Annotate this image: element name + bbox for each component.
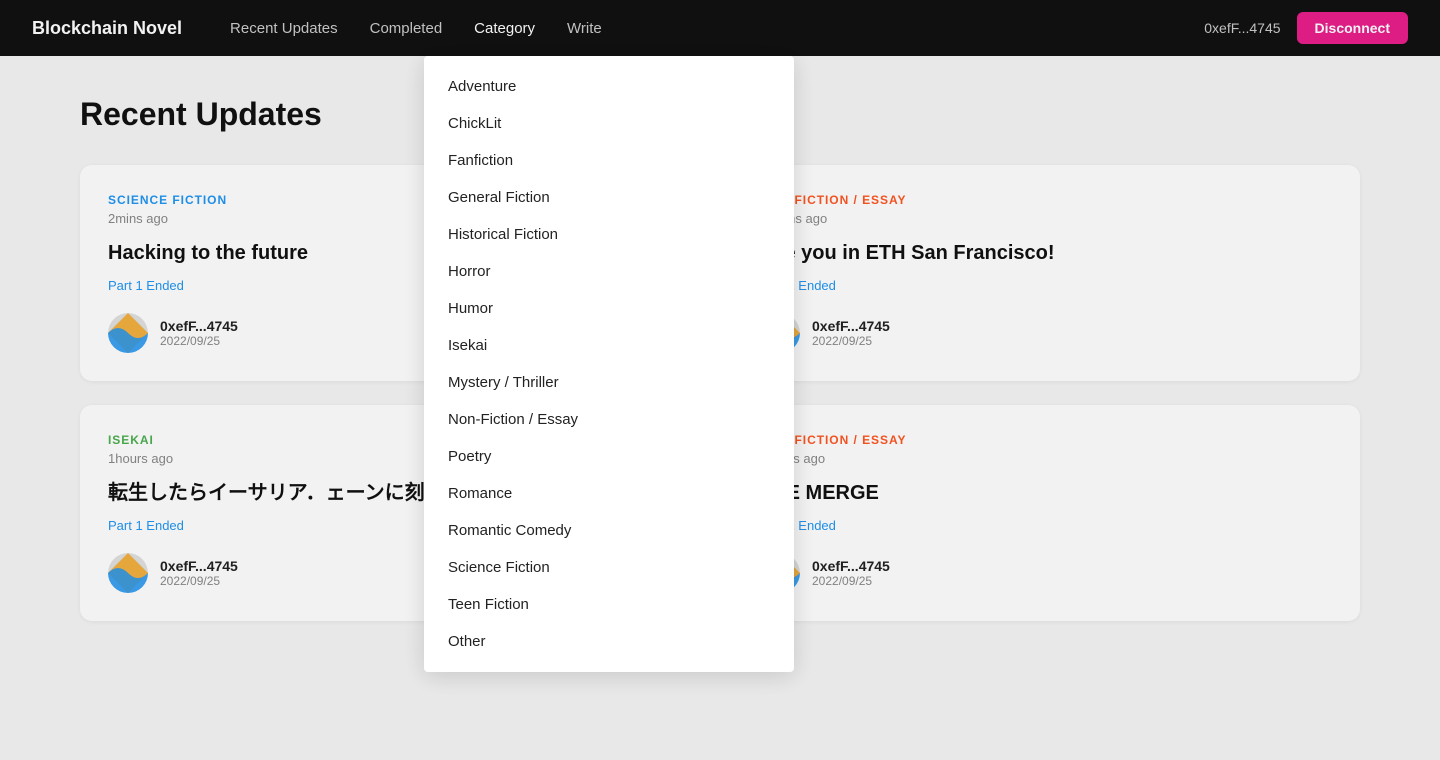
category-item[interactable]: General Fiction	[424, 179, 794, 216]
category-item[interactable]: Poetry	[424, 438, 794, 475]
category-item[interactable]: Science Fiction	[424, 549, 794, 586]
category-item[interactable]: Humor	[424, 290, 794, 327]
category-item[interactable]: Romantic Comedy	[424, 512, 794, 549]
category-item[interactable]: Romance	[424, 475, 794, 512]
category-dropdown: AdventureChickLitFanfictionGeneral Ficti…	[424, 56, 794, 672]
category-item[interactable]: Isekai	[424, 327, 794, 364]
category-item[interactable]: Adventure	[424, 68, 794, 105]
category-item[interactable]: ChickLit	[424, 105, 794, 142]
category-item[interactable]: Teen Fiction	[424, 586, 794, 623]
category-item[interactable]: Mystery / Thriller	[424, 364, 794, 401]
category-item[interactable]: Horror	[424, 253, 794, 290]
category-item[interactable]: Non-Fiction / Essay	[424, 401, 794, 438]
category-item[interactable]: Other	[424, 623, 794, 660]
category-item[interactable]: Historical Fiction	[424, 216, 794, 253]
category-item[interactable]: Fanfiction	[424, 142, 794, 179]
